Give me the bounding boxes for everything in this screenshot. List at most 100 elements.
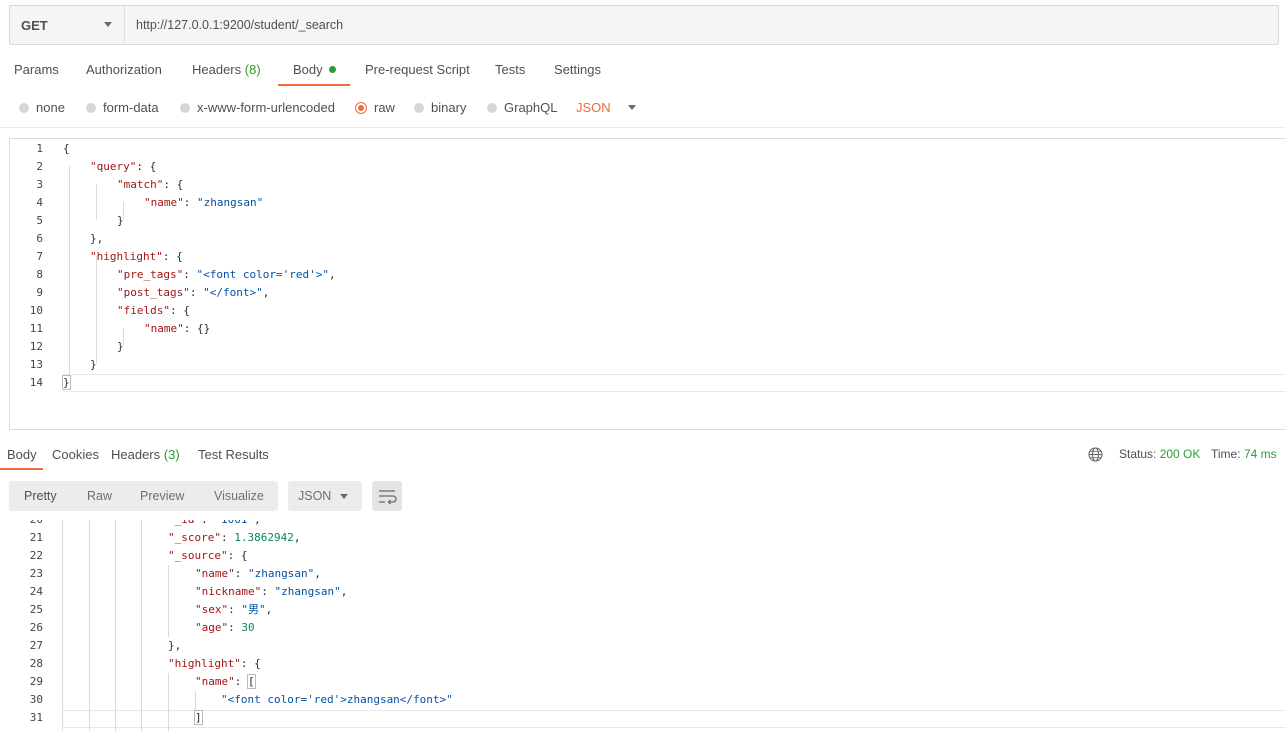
code-line: "_score": 1.3862942,: [168, 531, 301, 544]
tab-params[interactable]: Params: [14, 62, 59, 77]
line-number: 5: [36, 214, 43, 227]
code-line: },: [168, 639, 182, 652]
indent-guide: [195, 691, 196, 711]
indent-guide: [168, 565, 169, 637]
view-pretty-button[interactable]: Pretty: [24, 481, 57, 511]
method-label: GET: [21, 17, 48, 33]
line-number: 28: [29, 657, 43, 670]
radio-none[interactable]: none: [19, 100, 65, 115]
view-visualize-button[interactable]: Visualize: [214, 481, 264, 511]
chevron-down-icon: [340, 494, 348, 499]
line-number: 12: [29, 340, 43, 353]
wrap-lines-button[interactable]: [372, 481, 402, 511]
indent-guide: [89, 520, 90, 731]
response-format-select[interactable]: JSON: [288, 481, 362, 511]
response-time: Time: 74 ms: [1211, 447, 1277, 461]
code-line: "age": 30: [195, 621, 255, 634]
radio-form-data[interactable]: form-data: [86, 100, 159, 115]
line-number: 23: [29, 567, 43, 580]
line-number: 25: [29, 603, 43, 616]
line-number: 3: [36, 178, 43, 191]
code-line: "_id": "1001",: [168, 520, 261, 529]
line-number: 13: [29, 358, 43, 371]
line-number: 27: [29, 639, 43, 652]
line-number: 20: [0, 520, 43, 529]
code-line: }: [90, 358, 97, 371]
url-input[interactable]: http://127.0.0.1:9200/student/_search: [136, 6, 343, 44]
code-line: "pre_tags": "<font color='red'>",: [117, 268, 336, 281]
response-tab-headers[interactable]: Headers (3): [111, 447, 180, 462]
body-format-select[interactable]: JSON: [576, 100, 636, 115]
code-line: "match": {: [117, 178, 184, 191]
code-line: },: [90, 232, 104, 245]
code-line: "highlight": {: [168, 657, 261, 670]
line-number: 30: [29, 693, 43, 706]
line-number: 31: [29, 711, 43, 724]
tab-settings[interactable]: Settings: [554, 62, 601, 77]
response-status: Status: 200 OK: [1119, 447, 1200, 461]
tab-headers[interactable]: Headers (8): [192, 62, 261, 77]
response-view-selector: Pretty Raw Preview Visualize: [9, 481, 278, 511]
line-number: 29: [29, 675, 43, 688]
indent-guide: [69, 166, 70, 374]
radio-graphql[interactable]: GraphQL: [487, 100, 557, 115]
line-number: 7: [36, 250, 43, 263]
line-number: 1: [36, 142, 43, 155]
radio-x-www-form-urlencoded[interactable]: x-www-form-urlencoded: [180, 100, 335, 115]
indent-guide: [115, 520, 116, 731]
radio-raw[interactable]: raw: [355, 100, 395, 115]
line-number: 4: [36, 196, 43, 209]
view-raw-button[interactable]: Raw: [87, 481, 112, 511]
line-number: 10: [29, 304, 43, 317]
tab-tests[interactable]: Tests: [495, 62, 525, 77]
indent-guide: [141, 520, 142, 731]
radio-circle: [19, 102, 29, 113]
code-line: }: [117, 214, 124, 227]
status-label: Status:: [1119, 447, 1157, 461]
request-body-editor[interactable]: 1 2 3 4 5 6 7 8 9 10 11 12 13 14 { "quer…: [9, 138, 1286, 430]
time-label: Time:: [1211, 447, 1241, 461]
code-line: "<font color='red'>zhangsan</font>": [221, 693, 453, 706]
response-tab-body[interactable]: Body: [7, 447, 37, 462]
line-number: 8: [36, 268, 43, 281]
line-number: 14: [29, 376, 43, 389]
radio-circle: [487, 102, 497, 113]
line-number: 2: [36, 160, 43, 173]
line-number: 26: [29, 621, 43, 634]
code-line: "name": "zhangsan": [144, 196, 264, 209]
active-tab-underline: [278, 84, 350, 86]
code-line: ]: [194, 710, 203, 725]
line-number: 24: [29, 585, 43, 598]
view-preview-button[interactable]: Preview: [140, 481, 184, 511]
headers-count: (8): [244, 62, 261, 77]
active-response-tab-underline: [0, 468, 43, 470]
radio-binary[interactable]: binary: [414, 100, 466, 115]
line-number: 11: [29, 322, 43, 335]
response-tab-test-results[interactable]: Test Results: [198, 447, 269, 462]
code-line: "name": {}: [144, 322, 211, 335]
code-line: }: [62, 375, 71, 390]
code-line: "_source": {: [168, 549, 248, 562]
method-select[interactable]: GET: [10, 6, 125, 44]
radio-circle-selected: [355, 101, 367, 114]
current-line-highlight: [63, 374, 1286, 392]
indent-guide: [96, 184, 97, 220]
line-number: 9: [36, 286, 43, 299]
tab-authorization[interactable]: Authorization: [86, 62, 162, 77]
response-body-viewer[interactable]: 20 21 22 23 24 25 26 27 28 29 30 31 "_id…: [0, 520, 1286, 731]
line-number: 22: [29, 549, 43, 562]
tab-body[interactable]: Body: [293, 62, 336, 77]
tab-pre-request-script[interactable]: Pre-request Script: [365, 62, 470, 77]
indent-guide: [96, 256, 97, 364]
time-value: 74 ms: [1243, 447, 1277, 461]
response-headers-count: (3): [163, 447, 180, 462]
request-url-bar: GET http://127.0.0.1:9200/student/_searc…: [9, 5, 1279, 45]
globe-icon[interactable]: [1088, 447, 1103, 462]
code-line: "post_tags": "</font>",: [117, 286, 270, 299]
indent-guide: [62, 520, 63, 731]
body-indicator-dot: [328, 66, 336, 73]
indent-guide: [168, 673, 169, 731]
code-line: "nickname": "zhangsan",: [195, 585, 348, 598]
line-number: 6: [36, 232, 43, 245]
response-tab-cookies[interactable]: Cookies: [52, 447, 99, 462]
